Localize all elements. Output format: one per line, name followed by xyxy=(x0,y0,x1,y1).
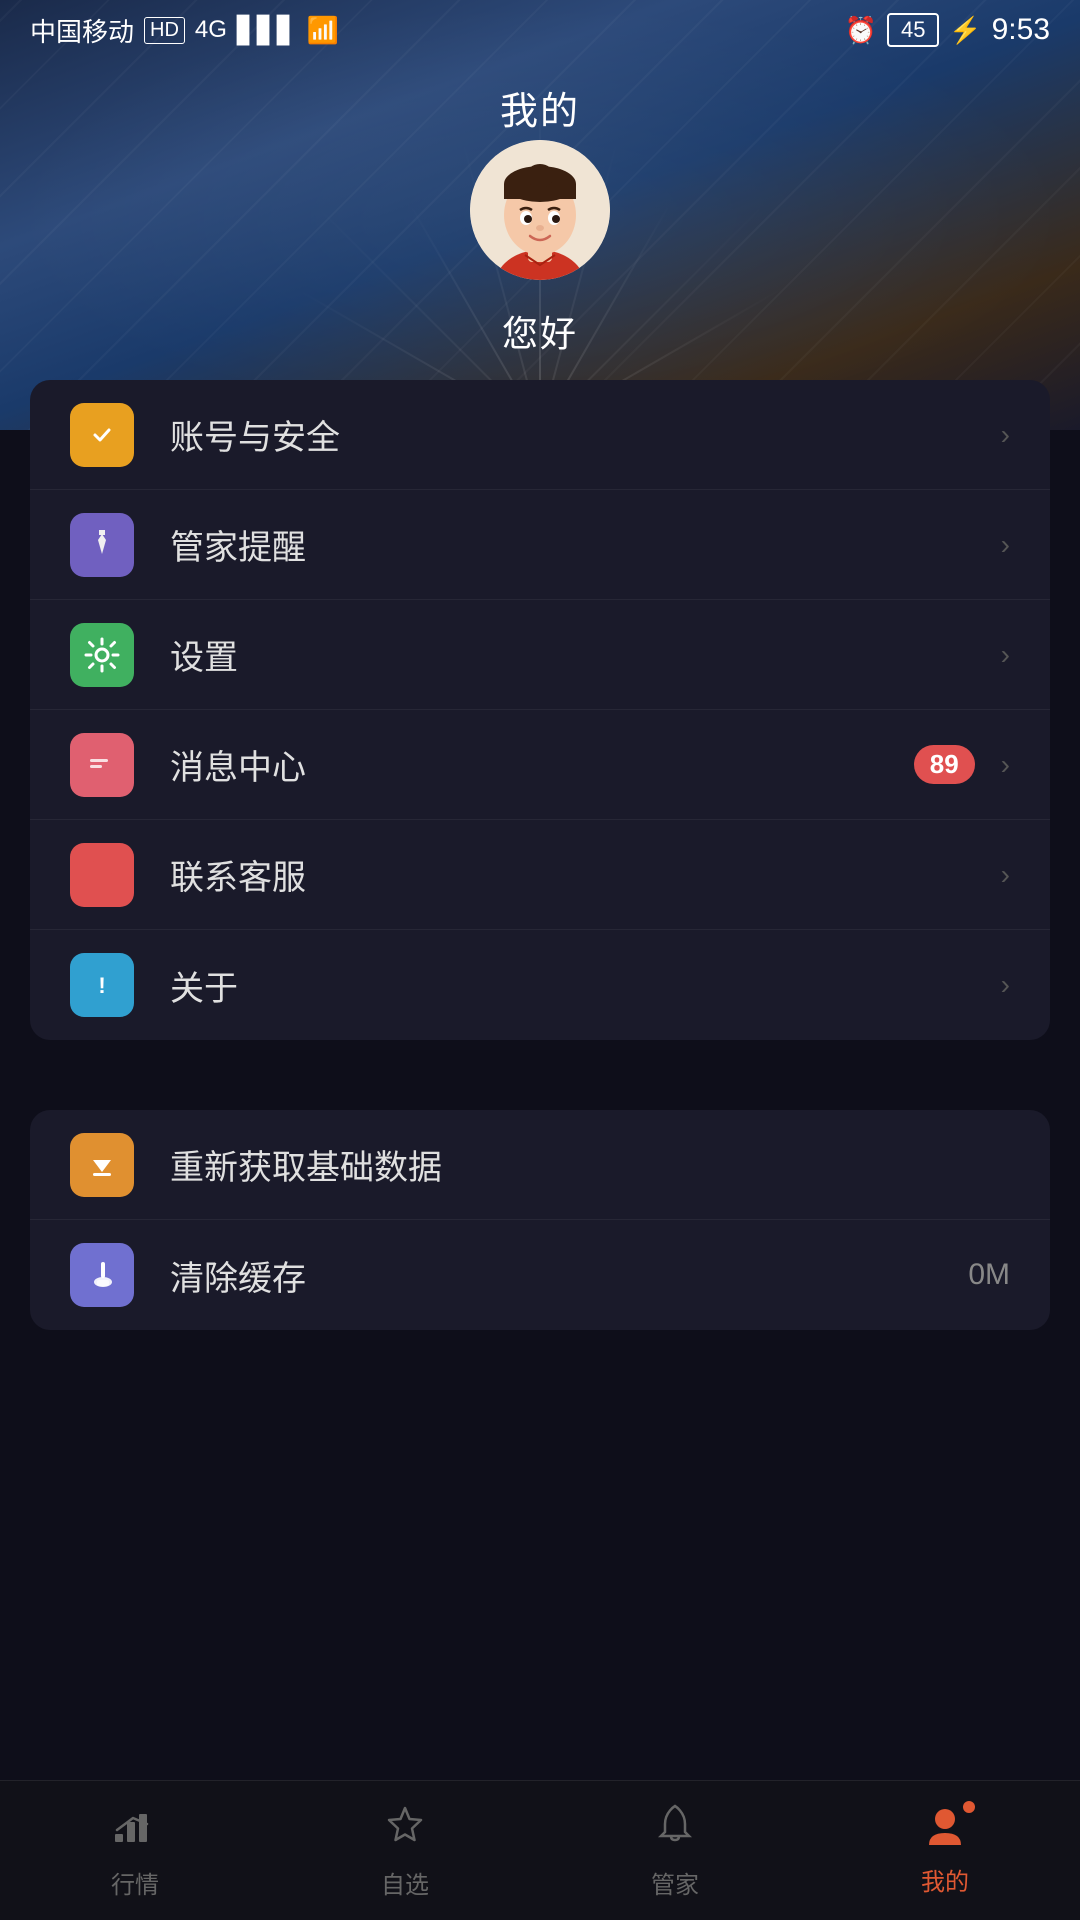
butler-right: › xyxy=(991,529,1010,561)
star-icon xyxy=(381,1802,429,1846)
avatar[interactable] xyxy=(470,140,610,280)
messages-badge: 89 xyxy=(914,745,975,784)
broom-icon xyxy=(83,1256,121,1294)
settings-right: › xyxy=(991,639,1010,671)
butler-label: 管家提醒 xyxy=(170,520,991,569)
wifi-icon: 📶 xyxy=(307,15,339,46)
tie-icon xyxy=(83,526,121,564)
svg-text:!: ! xyxy=(98,973,105,998)
mine-label: 我的 xyxy=(921,1862,969,1897)
info-icon: ! xyxy=(83,966,121,1004)
butler-chevron: › xyxy=(1001,529,1010,561)
menu-item-support[interactable]: 联系客服 › xyxy=(30,820,1050,930)
messages-label: 消息中心 xyxy=(170,740,914,789)
avatar-image xyxy=(470,140,610,280)
clear-cache-right: 0M xyxy=(968,1258,1010,1292)
extra-menu-card: 重新获取基础数据 清除缓存 0M xyxy=(30,1110,1050,1330)
main-menu-card: 账号与安全 › 管家提醒 › 设置 › xyxy=(30,380,1050,1040)
butler-nav-label: 管家 xyxy=(651,1865,699,1900)
page-title: 我的 xyxy=(0,80,1080,135)
refresh-data-icon xyxy=(70,1133,134,1197)
alarm-icon: ⏰ xyxy=(845,15,877,46)
settings-icon xyxy=(70,623,134,687)
battery-indicator: 45 xyxy=(887,13,939,47)
support-label: 联系客服 xyxy=(170,850,991,899)
signal-icon: ▋▋▋ xyxy=(237,15,297,46)
bottom-nav: 行情 自选 管家 我的 xyxy=(0,1780,1080,1920)
chat-icon xyxy=(83,746,121,784)
message-icon xyxy=(70,733,134,797)
headset-icon xyxy=(83,856,121,894)
status-right: ⏰ 45 ⚡ 9:53 xyxy=(845,13,1050,47)
market-label: 行情 xyxy=(111,1865,159,1900)
about-right: › xyxy=(991,969,1010,1001)
shield-check-icon xyxy=(83,416,121,454)
about-icon: ! xyxy=(70,953,134,1017)
carrier-label: 中国移动 xyxy=(30,12,134,49)
greeting-text: 您好 xyxy=(0,305,1080,357)
status-bar: 中国移动 HD 4G ▋▋▋ 📶 ⏰ 45 ⚡ 9:53 xyxy=(0,0,1080,60)
person-icon xyxy=(921,1805,969,1849)
cache-size: 0M xyxy=(968,1258,1010,1292)
watchlist-label: 自选 xyxy=(381,1865,429,1900)
clear-cache-icon xyxy=(70,1243,134,1307)
butler-nav-icon xyxy=(651,1802,699,1857)
security-label: 账号与安全 xyxy=(170,410,991,459)
bell-icon xyxy=(651,1802,699,1846)
hd-badge: HD xyxy=(144,17,185,44)
menu-item-clear-cache[interactable]: 清除缓存 0M xyxy=(30,1220,1050,1330)
clock: 9:53 xyxy=(992,13,1050,47)
about-chevron: › xyxy=(1001,969,1010,1001)
gear-icon xyxy=(83,636,121,674)
refresh-data-label: 重新获取基础数据 xyxy=(170,1140,1010,1189)
nav-item-butler[interactable]: 管家 xyxy=(540,1802,810,1900)
support-icon xyxy=(70,843,134,907)
menu-item-refresh-data[interactable]: 重新获取基础数据 xyxy=(30,1110,1050,1220)
mine-active-dot xyxy=(963,1801,975,1813)
settings-label: 设置 xyxy=(170,630,991,679)
charging-icon: ⚡ xyxy=(949,15,981,46)
security-right: › xyxy=(991,419,1010,451)
menu-item-security[interactable]: 账号与安全 › xyxy=(30,380,1050,490)
support-right: › xyxy=(991,859,1010,891)
menu-item-messages[interactable]: 消息中心 89 › xyxy=(30,710,1050,820)
messages-right: 89 › xyxy=(914,745,1010,784)
network-label: 4G xyxy=(195,16,227,44)
clear-cache-label: 清除缓存 xyxy=(170,1251,968,1300)
chart-icon xyxy=(111,1802,159,1846)
nav-item-market[interactable]: 行情 xyxy=(0,1802,270,1900)
nav-item-mine[interactable]: 我的 xyxy=(810,1805,1080,1897)
watchlist-icon xyxy=(381,1802,429,1857)
security-chevron: › xyxy=(1001,419,1010,451)
security-icon xyxy=(70,403,134,467)
menu-item-settings[interactable]: 设置 › xyxy=(30,600,1050,710)
market-icon xyxy=(111,1802,159,1857)
menu-item-butler[interactable]: 管家提醒 › xyxy=(30,490,1050,600)
mine-icon-wrapper xyxy=(921,1805,969,1854)
settings-chevron: › xyxy=(1001,639,1010,671)
menu-item-about[interactable]: ! 关于 › xyxy=(30,930,1050,1040)
status-left: 中国移动 HD 4G ▋▋▋ 📶 xyxy=(30,12,339,49)
butler-icon xyxy=(70,513,134,577)
support-chevron: › xyxy=(1001,859,1010,891)
nav-item-watchlist[interactable]: 自选 xyxy=(270,1802,540,1900)
messages-chevron: › xyxy=(1001,749,1010,781)
about-label: 关于 xyxy=(170,961,991,1010)
download-icon xyxy=(83,1146,121,1184)
